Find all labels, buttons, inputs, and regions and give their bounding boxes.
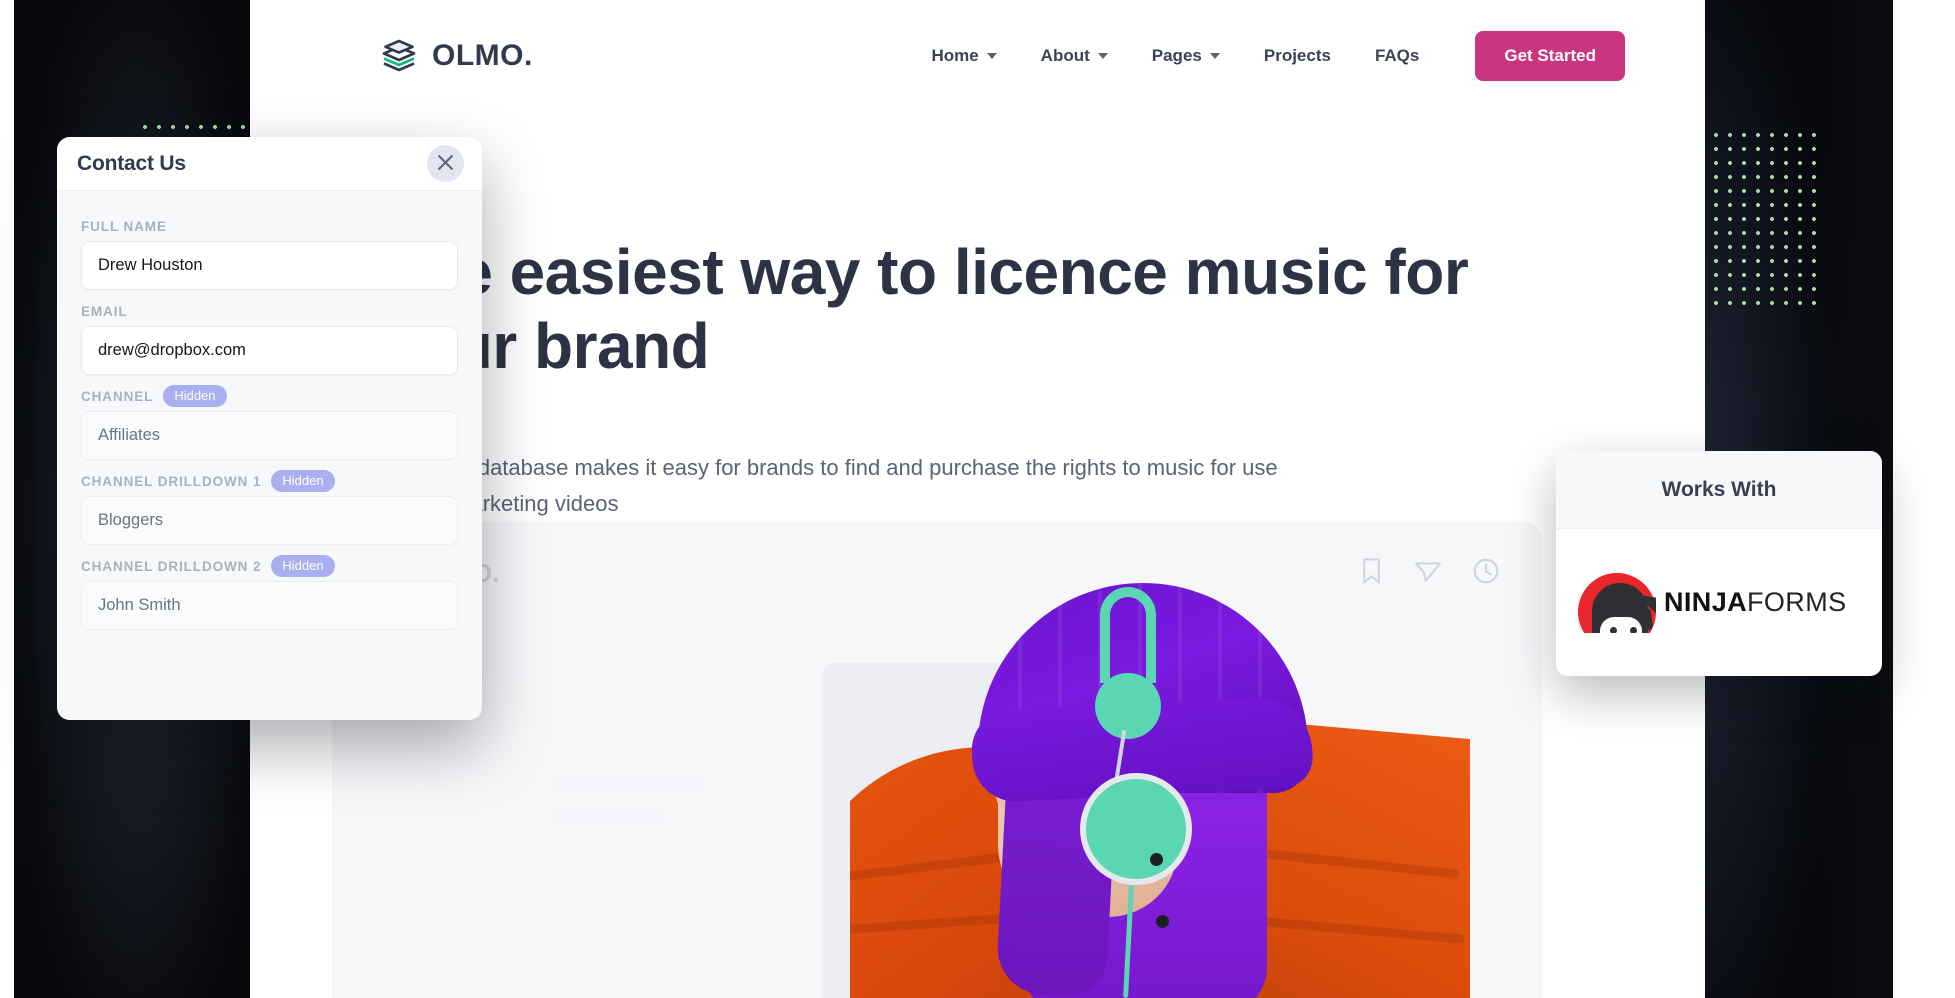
- chevron-down-icon: [1097, 53, 1108, 59]
- chevron-down-icon: [986, 53, 997, 59]
- ninjaforms-bold-text: NINJA: [1664, 587, 1748, 617]
- dot-pattern-right-decoration: [1707, 126, 1822, 308]
- get-started-button[interactable]: Get Started: [1475, 31, 1625, 81]
- channel-drilldown-1-input[interactable]: [81, 496, 458, 545]
- headphone-hub: [1095, 673, 1161, 739]
- field-channel-label-row: CHANNEL Hidden: [81, 381, 458, 411]
- left-white-gutter: [0, 0, 14, 998]
- brand-logo[interactable]: OLMO.: [380, 35, 533, 78]
- contact-us-modal: Contact Us FULL NAME EMAIL CHANNEL Hidde…: [57, 137, 482, 720]
- works-with-body: NINJA FORMS: [1556, 529, 1882, 676]
- brand-name: OLMO.: [432, 39, 533, 72]
- ninjaforms-wordmark: NINJA FORMS: [1664, 587, 1847, 618]
- hero-title: The easiest way to licence music for you…: [380, 236, 1469, 383]
- navbar: OLMO. Home About Pages Projects FAQs Get…: [250, 0, 1705, 112]
- nav-item-faqs-label: FAQs: [1374, 46, 1420, 65]
- nav-item-projects-label: Projects: [1263, 46, 1331, 65]
- field-full-name-label-row: FULL NAME: [81, 211, 458, 241]
- close-icon: [437, 154, 454, 174]
- nav-item-pages-label: Pages: [1151, 46, 1202, 65]
- nav-item-home[interactable]: Home: [909, 46, 1018, 66]
- headphone-band: [1100, 587, 1156, 683]
- mockup-placeholder-line: [552, 811, 664, 822]
- ninja-mascot-icon: [1578, 572, 1656, 633]
- email-input[interactable]: [81, 326, 458, 375]
- field-channel: CHANNEL Hidden: [81, 381, 458, 460]
- headphone-earcup: [1080, 773, 1192, 885]
- nav-item-about[interactable]: About: [1019, 46, 1130, 66]
- channel-drilldown-2-input[interactable]: [81, 581, 458, 630]
- close-button[interactable]: [427, 145, 464, 182]
- field-channel-drilldown-2-label-row: CHANNEL DRILLDOWN 2 Hidden: [81, 551, 458, 581]
- field-email-label-row: EMAIL: [81, 296, 458, 326]
- field-email: EMAIL: [81, 296, 458, 375]
- field-full-name-label: FULL NAME: [81, 218, 167, 234]
- hero-subtitle: Our huge database makes it easy for bran…: [380, 455, 1278, 516]
- nav-item-pages[interactable]: Pages: [1130, 46, 1242, 66]
- modal-body: FULL NAME EMAIL CHANNEL Hidden CHANNEL D…: [57, 191, 482, 720]
- field-channel-drilldown-2-label: CHANNEL DRILLDOWN 2: [81, 558, 262, 574]
- nav-item-projects[interactable]: Projects: [1242, 46, 1353, 66]
- channel-input[interactable]: [81, 411, 458, 460]
- modal-header: Contact Us: [57, 137, 482, 191]
- field-channel-label: CHANNEL: [81, 388, 154, 404]
- field-channel-drilldown-2: CHANNEL DRILLDOWN 2 Hidden: [81, 551, 458, 630]
- field-channel-drilldown-1-label-row: CHANNEL DRILLDOWN 1 Hidden: [81, 466, 458, 496]
- field-email-label: EMAIL: [81, 303, 128, 319]
- nav-links: Home About Pages Projects FAQs Get Start…: [909, 31, 1625, 81]
- hidden-badge: Hidden: [271, 554, 335, 578]
- field-channel-drilldown-1-label: CHANNEL DRILLDOWN 1: [81, 473, 262, 489]
- works-with-card: Works With NINJA FORMS: [1556, 451, 1882, 676]
- stacked-layers-icon: [380, 35, 418, 78]
- works-with-title: Works With: [1661, 477, 1777, 501]
- nav-item-about-label: About: [1040, 46, 1090, 65]
- mockup-placeholder-line: [552, 779, 702, 790]
- jacket-button: [1156, 915, 1169, 928]
- hero-photo: [850, 555, 1470, 998]
- jacket-button: [1150, 853, 1163, 866]
- field-channel-drilldown-1: CHANNEL DRILLDOWN 1 Hidden: [81, 466, 458, 545]
- chevron-down-icon: [1209, 53, 1220, 59]
- works-with-header: Works With: [1556, 451, 1882, 529]
- full-name-input[interactable]: [81, 241, 458, 290]
- modal-title: Contact Us: [77, 151, 186, 175]
- nav-item-home-label: Home: [931, 46, 979, 65]
- hidden-badge: Hidden: [271, 469, 335, 493]
- clock-icon[interactable]: [1472, 557, 1500, 590]
- ninjaforms-light-text: FORMS: [1747, 587, 1847, 617]
- hidden-badge: Hidden: [163, 384, 227, 408]
- right-white-gutter: [1893, 0, 1955, 998]
- nav-item-faqs[interactable]: FAQs: [1353, 46, 1441, 66]
- field-full-name: FULL NAME: [81, 211, 458, 290]
